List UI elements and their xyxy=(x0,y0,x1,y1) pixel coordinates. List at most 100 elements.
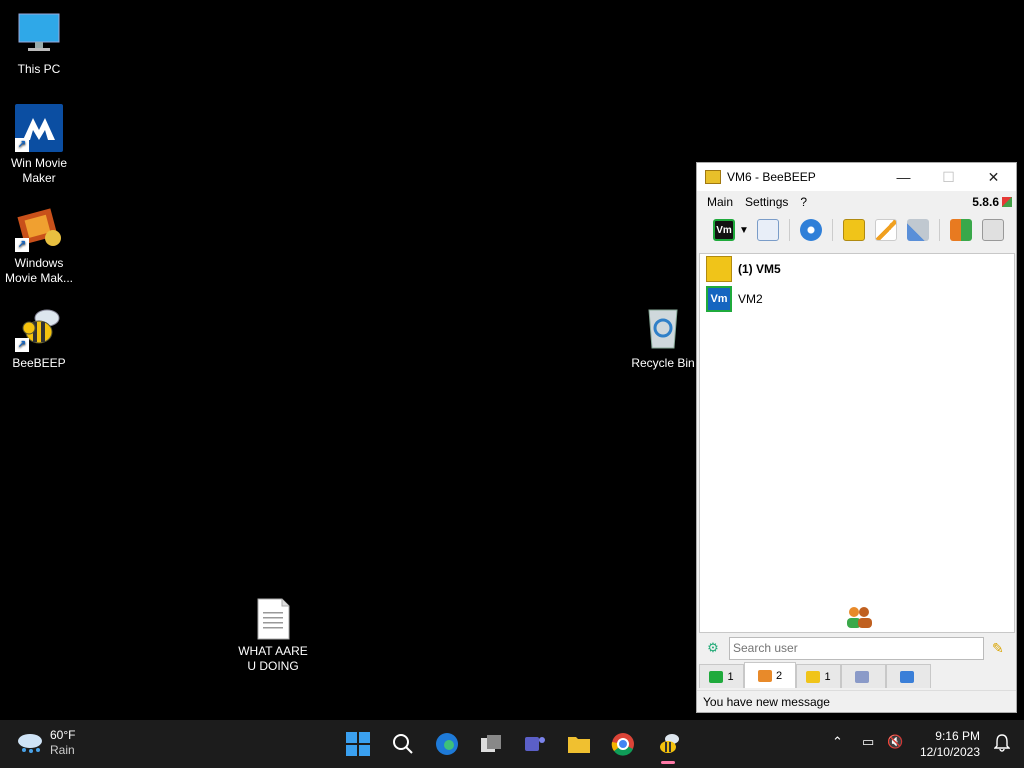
tab-users[interactable]: 2 xyxy=(744,662,796,688)
search-button[interactable] xyxy=(387,728,419,760)
user-list: (1) VM5 Vm VM2 xyxy=(699,253,1015,633)
shortcut-arrow-icon: ↗ xyxy=(15,138,29,152)
profile-edit-icon xyxy=(756,219,779,241)
chrome-button[interactable] xyxy=(607,728,639,760)
envelope-icon xyxy=(806,670,821,683)
network-button[interactable] xyxy=(798,217,824,243)
desktop-icon-label: Recycle Bin xyxy=(631,356,695,370)
avatar-status-icon: Vm xyxy=(713,219,735,241)
teams-button[interactable] xyxy=(519,728,551,760)
notification-bell-icon[interactable] xyxy=(994,734,1010,752)
clock[interactable]: 9:16 PM 12/10/2023 xyxy=(920,728,980,760)
file-explorer-button[interactable] xyxy=(563,728,595,760)
list-item[interactable]: (1) VM5 xyxy=(700,254,1014,284)
toolbar-separator xyxy=(788,219,790,241)
start-button[interactable] xyxy=(342,728,374,760)
taskbar: 60°F Rain ⌃ ▭ 🔇 9:16 PM 12/10/2023 xyxy=(0,720,1024,768)
clock-time: 9:16 PM xyxy=(935,729,980,743)
windows-flag-icon xyxy=(1002,197,1012,207)
weather-description: Rain xyxy=(50,743,75,757)
show-hidden-icons-chevron-icon[interactable]: ⌃ xyxy=(832,734,843,750)
user-name: (1) VM5 xyxy=(738,262,781,276)
clear-search-icon[interactable]: ✎ xyxy=(992,640,1004,657)
my-status-button[interactable]: Vm xyxy=(711,217,737,243)
chevron-down-icon[interactable]: ▼ xyxy=(739,225,749,236)
menu-main[interactable]: Main xyxy=(703,195,741,209)
desktop-icon-label: Win Movie Maker xyxy=(10,156,67,185)
clear-button[interactable] xyxy=(980,217,1006,243)
new-message-envelope-icon xyxy=(706,256,732,282)
desktop-icon-label: Windows Movie Mak... xyxy=(4,256,73,285)
tab-messages[interactable]: 1 xyxy=(796,664,841,688)
group-icon xyxy=(854,670,869,683)
app-envelope-icon xyxy=(705,170,721,184)
volume-muted-icon[interactable]: 🔇 xyxy=(887,734,903,750)
edit-profile-button[interactable] xyxy=(755,217,781,243)
search-input[interactable] xyxy=(729,636,984,660)
text-document-icon xyxy=(249,598,297,640)
pencil-icon xyxy=(874,219,897,241)
desktop-icon-windows-movie-maker[interactable]: ↗ Windows Movie Mak... xyxy=(0,208,78,286)
tab-count: 1 xyxy=(727,670,734,683)
desktop-icon-this-pc[interactable]: This PC xyxy=(0,10,78,77)
toolbar-separator xyxy=(831,219,833,241)
beebeep-taskbar-button[interactable] xyxy=(652,728,684,764)
desktop-icon-label: BeeBEEP xyxy=(12,356,66,370)
windows-logo-icon xyxy=(346,732,370,756)
desktop-icon-beebeep[interactable]: ↗ BeeBEEP xyxy=(0,304,78,371)
task-view-button[interactable] xyxy=(475,728,507,760)
share-button[interactable] xyxy=(948,217,974,243)
rain-cloud-icon xyxy=(18,734,42,753)
edge-button[interactable] xyxy=(431,728,463,760)
desktop-icon-label: This PC xyxy=(17,62,61,76)
write-button[interactable] xyxy=(873,217,899,243)
menu-settings[interactable]: Settings xyxy=(741,195,796,209)
shortcut-arrow-icon: ↗ xyxy=(15,338,29,352)
film-reel-icon: ↗ xyxy=(15,208,63,252)
teams-icon xyxy=(525,737,545,751)
desktop-icon-label: WHAT AARE U DOING xyxy=(238,644,308,673)
tab-shares[interactable] xyxy=(886,664,931,688)
shortcut-arrow-icon: ↗ xyxy=(15,238,29,252)
title-bar[interactable]: VM6 - BeeBEEP — ☐ ✕ xyxy=(697,163,1016,191)
tab-groups[interactable] xyxy=(841,664,886,688)
menu-bar: Main Settings ? 5.8.6 xyxy=(697,191,1016,213)
maximize-button[interactable]: ☐ xyxy=(926,163,971,191)
tools-icon xyxy=(906,219,929,241)
gear-icon[interactable]: ⚙ xyxy=(705,640,721,656)
transfer-icon xyxy=(949,219,972,241)
desktop-icon-win-movie-maker[interactable]: ↗ Win Movie Maker xyxy=(0,104,78,186)
envelope-icon xyxy=(842,219,865,241)
list-item[interactable]: Vm VM2 xyxy=(700,284,1014,314)
minimize-button[interactable]: — xyxy=(881,163,926,191)
close-button[interactable]: ✕ xyxy=(971,163,1016,191)
message-button[interactable] xyxy=(841,217,867,243)
desktop: This PC ↗ Win Movie Maker ↗ Windows Movi… xyxy=(0,0,1024,720)
version-text: 5.8.6 xyxy=(972,195,999,209)
folder-icon xyxy=(568,737,590,753)
broadcast-icon xyxy=(799,219,822,241)
user-name: VM2 xyxy=(738,292,763,306)
weather-widget[interactable]: 60°F Rain xyxy=(16,728,75,758)
users-icon xyxy=(757,669,772,682)
search-row: ⚙ ✎ xyxy=(699,635,1015,661)
beebeep-window: VM6 - BeeBEEP — ☐ ✕ Main Settings ? 5.8.… xyxy=(696,162,1017,713)
monitor-icon xyxy=(15,10,63,58)
status-bar: You have new message xyxy=(697,690,1016,712)
bee-icon: ↗ xyxy=(15,304,63,352)
tools-button[interactable] xyxy=(905,217,931,243)
tab-count: 2 xyxy=(775,669,783,682)
trash-icon xyxy=(981,219,1004,241)
chrome-icon xyxy=(611,733,634,756)
version-label: 5.8.6 xyxy=(972,195,1016,209)
recycle-bin-icon xyxy=(639,304,687,352)
share-icon xyxy=(899,670,914,683)
desktop-icon-text-file[interactable]: WHAT AARE U DOING xyxy=(234,598,312,674)
toolbar-separator xyxy=(938,219,940,241)
network-icon[interactable]: ▭ xyxy=(862,734,874,750)
window-title: VM6 - BeeBEEP xyxy=(727,170,816,184)
menu-help[interactable]: ? xyxy=(796,195,815,209)
chat-bubble-icon xyxy=(709,670,724,683)
desktop-icon-recycle-bin[interactable]: Recycle Bin xyxy=(624,304,702,371)
tab-users-online[interactable]: 1 xyxy=(699,664,744,688)
